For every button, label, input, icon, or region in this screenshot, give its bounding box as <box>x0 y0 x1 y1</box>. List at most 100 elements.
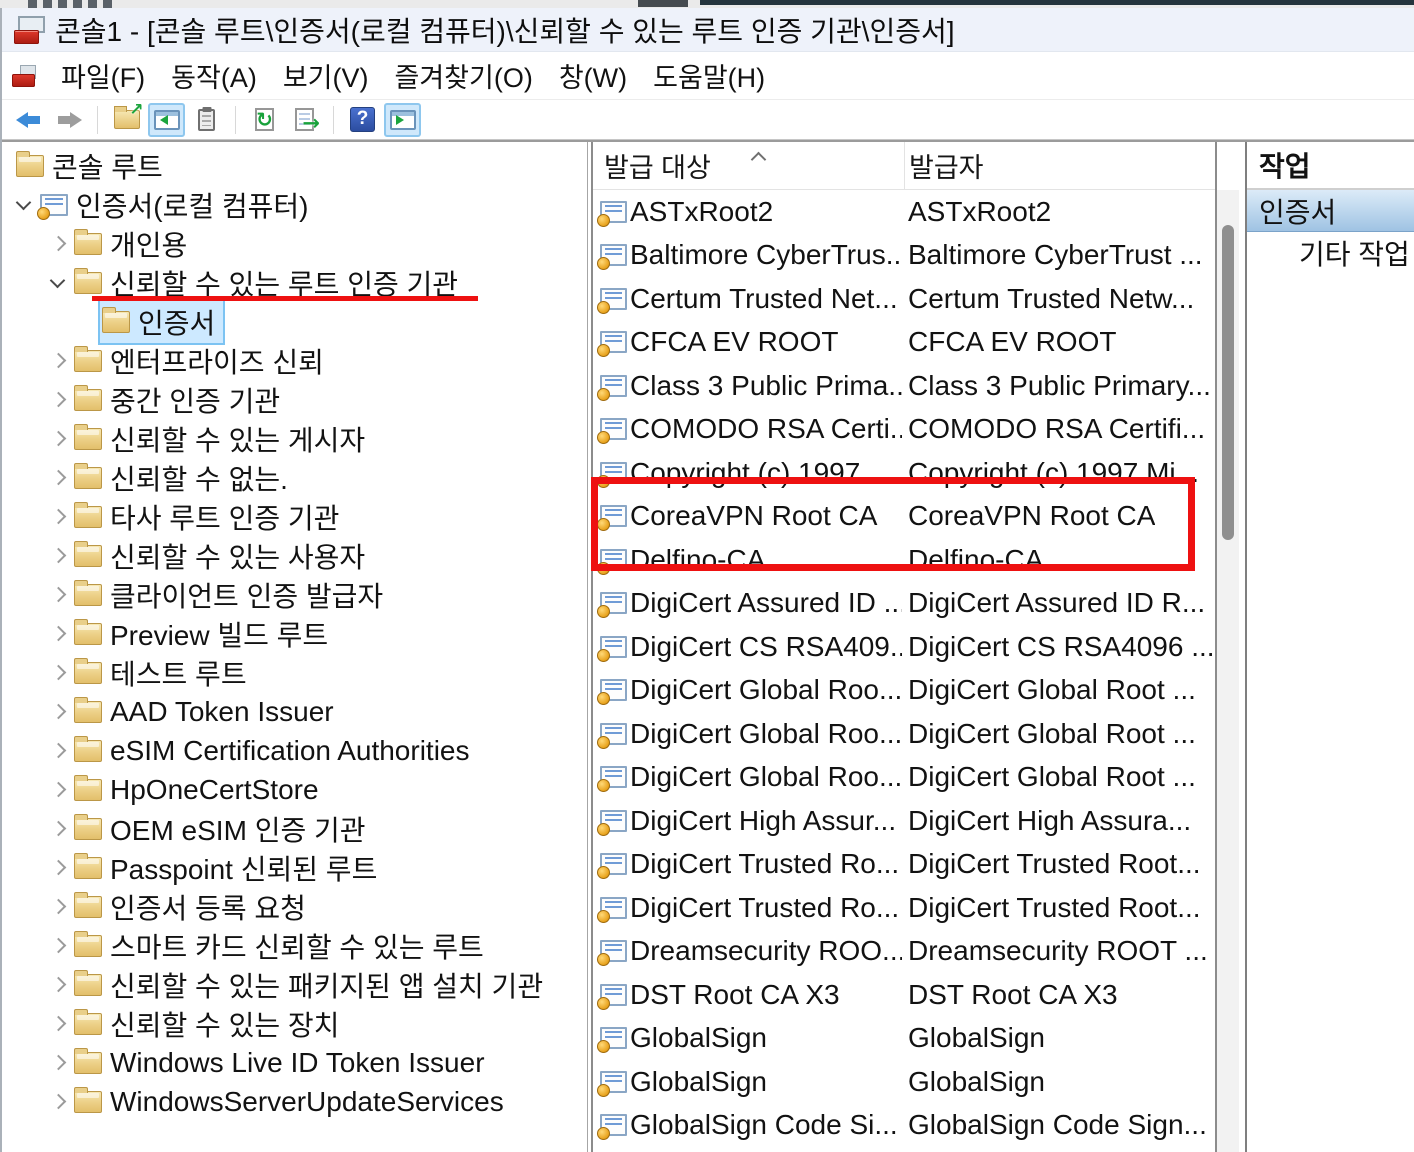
tree-item[interactable]: Preview 빌드 루트 <box>2 614 587 653</box>
tree-item-label-wrap[interactable]: WindowsServerUpdateServices <box>70 1083 514 1121</box>
chevron-right-icon[interactable] <box>46 349 70 373</box>
table-row[interactable]: DST Root CA X3DST Root CA X3 <box>593 973 1215 1017</box>
show-action-pane-button[interactable] <box>384 103 421 137</box>
refresh-button[interactable] <box>246 103 283 137</box>
folder-icon <box>74 857 102 879</box>
table-row[interactable]: GlobalSignGlobalSign <box>593 1060 1215 1104</box>
column-header-issued-by[interactable]: 발급자 <box>905 142 1215 189</box>
tree-item[interactable]: WindowsServerUpdateServices <box>2 1082 587 1121</box>
chevron-right-icon[interactable] <box>46 856 70 880</box>
clipboard-button[interactable] <box>188 103 225 137</box>
chevron-right-icon[interactable] <box>46 583 70 607</box>
chevron-right-icon[interactable] <box>46 700 70 724</box>
chevron-right-icon[interactable] <box>46 466 70 490</box>
scrollbar-thumb[interactable] <box>1222 225 1234 540</box>
menu-item[interactable]: 파일(F) <box>48 52 158 99</box>
tree-item-label-wrap[interactable]: eSIM Certification Authorities <box>70 732 480 770</box>
chevron-right-icon[interactable] <box>46 505 70 529</box>
chevron-right-icon[interactable] <box>46 817 70 841</box>
tree-item[interactable]: 신뢰할 수 있는 패키지된 앱 설치 기관 <box>2 965 587 1004</box>
tree-item[interactable]: 인증서 등록 요청 <box>2 887 587 926</box>
table-row[interactable]: ASTxRoot2ASTxRoot2 <box>593 190 1215 234</box>
export-list-button[interactable] <box>286 103 323 137</box>
table-row[interactable]: Class 3 Public Prima...Class 3 Public Pr… <box>593 364 1215 408</box>
actions-group-certificates[interactable]: 인증서 <box>1247 190 1414 232</box>
menu-item[interactable]: 보기(V) <box>270 52 382 99</box>
tree-item[interactable]: 인증서(로컬 컴퓨터) <box>2 185 587 224</box>
up-folder-button[interactable] <box>108 103 145 137</box>
menu-item[interactable]: 도움말(H) <box>640 52 778 99</box>
table-row[interactable]: GlobalSign Code Si...GlobalSign Code Sig… <box>593 1104 1215 1148</box>
tree-item[interactable]: 인증서 <box>2 302 587 341</box>
chevron-right-icon[interactable] <box>46 1012 70 1036</box>
table-row[interactable]: DigiCert Global Roo...DigiCert Global Ro… <box>593 756 1215 800</box>
folder-icon <box>74 467 102 489</box>
table-row[interactable]: Certum Trusted Net...Certum Trusted Netw… <box>593 277 1215 321</box>
tree-item[interactable]: 타사 루트 인증 기관 <box>2 497 587 536</box>
table-row[interactable]: Dreamsecurity ROO...Dreamsecurity ROOT .… <box>593 930 1215 974</box>
table-row[interactable]: DigiCert Assured ID ...DigiCert Assured … <box>593 582 1215 626</box>
forward-arrow-button[interactable] <box>50 103 87 137</box>
chevron-right-icon[interactable] <box>46 778 70 802</box>
tree-item[interactable]: 스마트 카드 신뢰할 수 있는 루트 <box>2 926 587 965</box>
certificate-icon <box>600 766 627 788</box>
tree-item-label-wrap[interactable]: HpOneCertStore <box>70 771 329 809</box>
table-row[interactable]: DigiCert Trusted Ro...DigiCert Trusted R… <box>593 843 1215 887</box>
chevron-right-icon[interactable] <box>46 661 70 685</box>
scrollbar-track[interactable] <box>1217 190 1239 1152</box>
table-row[interactable]: Baltimore CyberTrus...Baltimore CyberTru… <box>593 234 1215 278</box>
chevron-right-icon[interactable] <box>46 739 70 763</box>
tree-item[interactable]: 개인용 <box>2 224 587 263</box>
tree-item[interactable]: 신뢰할 수 없는. <box>2 458 587 497</box>
tree-item[interactable]: eSIM Certification Authorities <box>2 731 587 770</box>
table-row[interactable]: DigiCert Global Roo...DigiCert Global Ro… <box>593 669 1215 713</box>
chevron-right-icon[interactable] <box>46 895 70 919</box>
back-arrow-button[interactable] <box>10 103 47 137</box>
tree-item[interactable]: 신뢰할 수 있는 게시자 <box>2 419 587 458</box>
toolbar-separator <box>97 106 98 134</box>
table-row[interactable]: DigiCert High Assur...DigiCert High Assu… <box>593 799 1215 843</box>
table-row[interactable]: DigiCert CS RSA409...DigiCert CS RSA4096… <box>593 625 1215 669</box>
table-row[interactable]: CFCA EV ROOTCFCA EV ROOT <box>593 321 1215 365</box>
table-row[interactable]: DigiCert Global Roo...DigiCert Global Ro… <box>593 712 1215 756</box>
menu-item[interactable]: 동작(A) <box>158 52 270 99</box>
column-header-issued-to[interactable]: 발급 대상 <box>593 142 905 189</box>
chevron-right-icon[interactable] <box>46 622 70 646</box>
tree-item[interactable]: 중간 인증 기관 <box>2 380 587 419</box>
menu-item[interactable]: 즐겨찾기(O) <box>382 52 546 99</box>
tree-item[interactable]: 콘솔 루트 <box>2 146 587 185</box>
chevron-right-icon[interactable] <box>46 934 70 958</box>
show-console-tree-button[interactable] <box>148 103 185 137</box>
chevron-right-icon[interactable] <box>46 388 70 412</box>
tree-item[interactable]: HpOneCertStore <box>2 770 587 809</box>
menu-item[interactable]: 창(W) <box>546 52 640 99</box>
tree-item[interactable]: OEM eSIM 인증 기관 <box>2 809 587 848</box>
tree-item-label-wrap[interactable]: 신뢰할 수 있는 장치 <box>70 1001 349 1047</box>
tree-item[interactable]: 엔터프라이즈 신뢰 <box>2 341 587 380</box>
tree-item[interactable]: AAD Token Issuer <box>2 692 587 731</box>
tree-item[interactable]: 클라이언트 인증 발급자 <box>2 575 587 614</box>
tree-item[interactable]: 테스트 루트 <box>2 653 587 692</box>
chevron-down-icon[interactable] <box>12 193 36 217</box>
chevron-right-icon[interactable] <box>46 1090 70 1114</box>
tree-item-label: WindowsServerUpdateServices <box>110 1086 504 1118</box>
chevron-down-icon[interactable] <box>46 271 70 295</box>
help-button[interactable] <box>344 103 381 137</box>
tree-item-label-wrap[interactable]: AAD Token Issuer <box>70 693 344 731</box>
chevron-right-icon[interactable] <box>46 544 70 568</box>
tree-item-label-wrap[interactable]: Windows Live ID Token Issuer <box>70 1044 495 1082</box>
chevron-right-icon[interactable] <box>46 973 70 997</box>
chevron-right-icon[interactable] <box>46 232 70 256</box>
chevron-right-icon[interactable] <box>46 427 70 451</box>
tree-item[interactable]: 신뢰할 수 있는 사용자 <box>2 536 587 575</box>
table-row[interactable]: DigiCert Trusted Ro...DigiCert Trusted R… <box>593 886 1215 930</box>
table-row[interactable]: COMODO RSA Certi...COMODO RSA Certifi... <box>593 408 1215 452</box>
tree-item-label-wrap[interactable]: 테스트 루트 <box>70 650 257 696</box>
tree-item[interactable]: Windows Live ID Token Issuer <box>2 1043 587 1082</box>
chevron-right-icon[interactable] <box>46 1051 70 1075</box>
tree-item-label: 중간 인증 기관 <box>110 380 280 420</box>
table-row[interactable]: GlobalSignGlobalSign <box>593 1017 1215 1061</box>
tree-item[interactable]: Passpoint 신뢰된 루트 <box>2 848 587 887</box>
action-item-more-actions[interactable]: 기타 작업 <box>1247 232 1414 274</box>
tree-item[interactable]: 신뢰할 수 있는 장치 <box>2 1004 587 1043</box>
